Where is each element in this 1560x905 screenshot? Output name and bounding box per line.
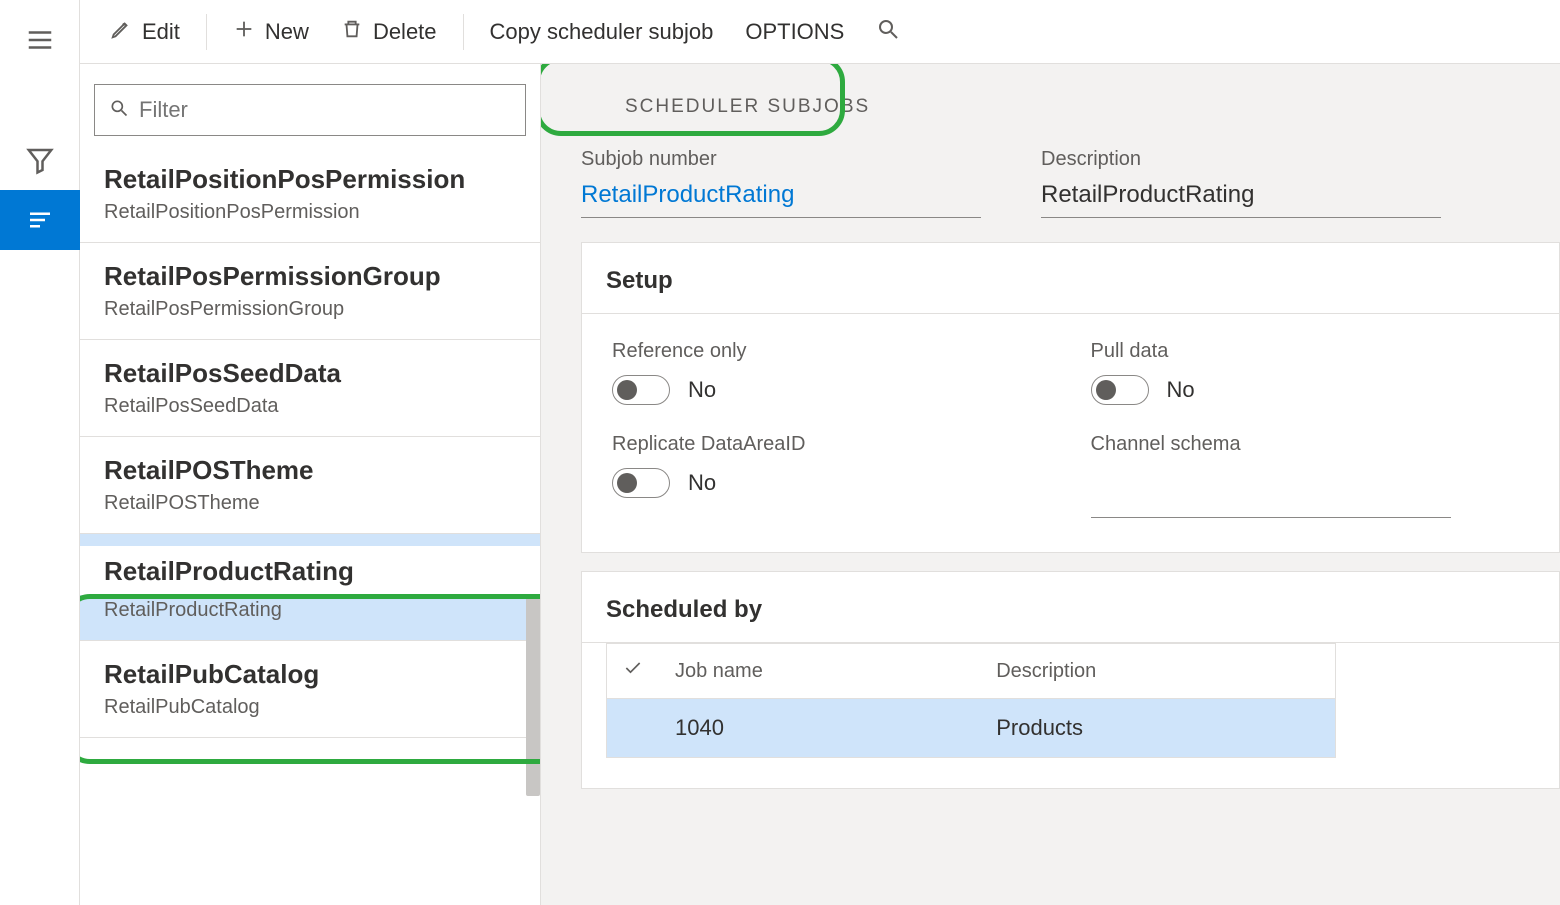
description-header[interactable]: Description <box>980 644 1335 699</box>
list-item[interactable]: RetailPOSTheme RetailPOSTheme <box>80 437 540 534</box>
trash-icon <box>341 18 363 46</box>
new-label: New <box>265 19 309 45</box>
pull-data-toggle[interactable] <box>1091 375 1149 405</box>
scheduled-by-card: Scheduled by Job name Description <box>581 571 1560 789</box>
nav-rail <box>0 0 80 905</box>
list-item[interactable]: RetailPositionPosPermission RetailPositio… <box>80 156 540 243</box>
row-check-cell[interactable] <box>607 699 660 758</box>
list-item-sub: RetailPosSeedData <box>104 395 520 418</box>
scrollbar-thumb[interactable] <box>526 596 540 796</box>
new-button[interactable]: New <box>219 12 323 52</box>
list-item-sub: RetailPubCatalog <box>104 696 520 719</box>
list-item-sub: RetailProductRating <box>104 599 520 622</box>
list-item-sub: RetailPOSTheme <box>104 492 520 515</box>
reference-only-label: Reference only <box>612 340 1051 363</box>
reference-only-value: No <box>688 377 716 403</box>
detail-panel: SCHEDULER SUBJOBS Subjob number RetailPr… <box>540 64 1560 905</box>
pencil-icon <box>110 18 132 46</box>
list-item-title: RetailPosSeedData <box>104 358 520 389</box>
description-label: Description <box>1041 148 1441 171</box>
list-item[interactable]: RetailPosSeedData RetailPosSeedData <box>80 340 540 437</box>
subjob-number-label: Subjob number <box>581 148 981 171</box>
options-label: OPTIONS <box>745 19 844 45</box>
list-item-sub: RetailPositionPosPermission <box>104 201 520 224</box>
pull-data-value: No <box>1167 377 1195 403</box>
list-item-title: RetailProductRating <box>104 556 540 587</box>
setup-title: Setup <box>582 243 1559 314</box>
delete-button[interactable]: Delete <box>327 12 451 52</box>
list-item-title: RetailPositionPosPermission <box>104 164 520 195</box>
list-item[interactable]: RetailPosPermissionGroup RetailPosPermiss… <box>80 243 540 340</box>
hamburger-button[interactable] <box>0 10 80 70</box>
scheduled-by-table: Job name Description 1040Products <box>606 643 1336 758</box>
delete-label: Delete <box>373 19 437 45</box>
reference-only-toggle[interactable] <box>612 375 670 405</box>
job-name-cell: 1040 <box>659 699 980 758</box>
search-icon <box>876 17 900 47</box>
search-icon <box>109 98 129 123</box>
list-view-button[interactable] <box>0 190 80 250</box>
list-item[interactable]: RetailPubCatalog RetailPubCatalog <box>80 641 540 738</box>
list-item-title: RetailPOSTheme <box>104 455 520 486</box>
channel-schema-field[interactable] <box>1091 482 1451 518</box>
filter-input[interactable] <box>139 97 511 123</box>
scheduled-by-title: Scheduled by <box>582 572 1559 643</box>
list-item-title: RetailPosPermissionGroup <box>104 261 520 292</box>
copy-subjob-button[interactable]: Copy scheduler subjob <box>476 13 728 51</box>
list-item-sub: RetailPosPermissionGroup <box>104 298 520 321</box>
copy-label: Copy scheduler subjob <box>490 19 714 45</box>
filter-box[interactable] <box>94 84 526 136</box>
pull-data-label: Pull data <box>1091 340 1530 363</box>
checkmark-column[interactable] <box>607 644 660 699</box>
edit-button[interactable]: Edit <box>96 12 194 52</box>
setup-card: Setup Reference only No Pull data <box>581 242 1560 553</box>
toolbar-divider <box>206 14 207 50</box>
breadcrumb: SCHEDULER SUBJOBS <box>625 96 1520 118</box>
job-name-header[interactable]: Job name <box>659 644 980 699</box>
channel-schema-label: Channel schema <box>1091 433 1530 456</box>
list-item[interactable]: RetailProductRating RetailProductRating <box>80 534 540 641</box>
table-row[interactable]: 1040Products <box>607 699 1336 758</box>
edit-label: Edit <box>142 19 180 45</box>
replicate-dataareaid-toggle[interactable] <box>612 468 670 498</box>
replicate-dataareaid-label: Replicate DataAreaID <box>612 433 1051 456</box>
toolbar-divider <box>463 14 464 50</box>
list-item-title: RetailPubCatalog <box>104 659 520 690</box>
replicate-dataareaid-value: No <box>688 470 716 496</box>
job-desc-cell: Products <box>980 699 1335 758</box>
subjob-list-panel: RetailPositionPosPermission RetailPositio… <box>80 64 540 905</box>
subjob-number-value[interactable]: RetailProductRating <box>581 181 981 218</box>
filter-button[interactable] <box>0 130 80 190</box>
description-value[interactable]: RetailProductRating <box>1041 181 1441 218</box>
action-toolbar: Edit New Delete Copy scheduler subjob OP… <box>80 0 1560 64</box>
plus-icon <box>233 18 255 46</box>
options-button[interactable]: OPTIONS <box>731 13 858 51</box>
search-button[interactable] <box>862 11 914 53</box>
